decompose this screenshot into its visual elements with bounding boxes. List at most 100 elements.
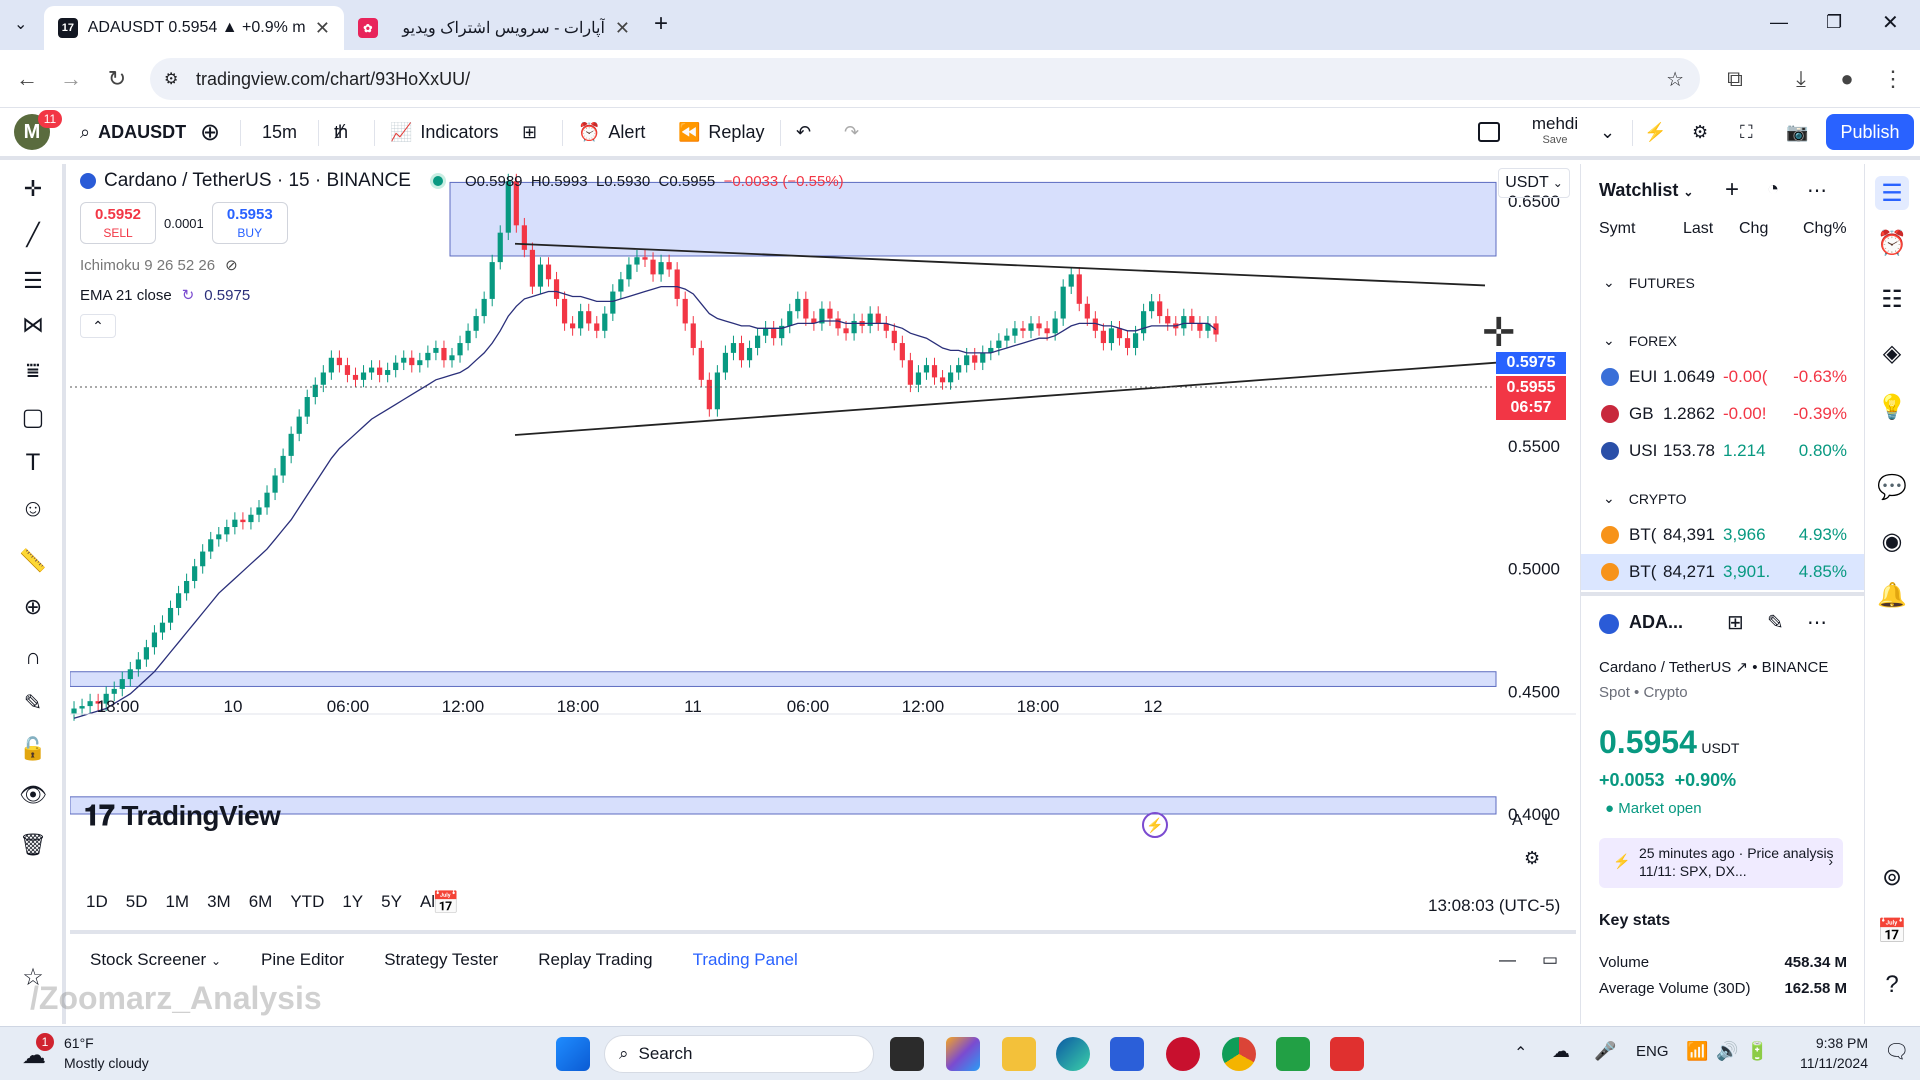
taskbar-clock[interactable]: 9:38 PM 11/11/2024 <box>1786 1033 1868 1073</box>
fib-retracement-icon[interactable]: ☰ <box>16 264 50 298</box>
weather-widget[interactable]: ☁ 1 61°F Mostly cloudy <box>22 1033 182 1075</box>
more-options-icon[interactable]: ⋯ <box>1807 178 1827 203</box>
time-axis-settings-icon[interactable]: ⚙ <box>1524 848 1540 869</box>
external-link-icon[interactable]: ↗ <box>1735 659 1748 676</box>
indicator-ichimoku[interactable]: Ichimoku 9 26 52 26 ⊘ <box>80 256 238 275</box>
prediction-icon[interactable]: ⩸ <box>16 354 50 388</box>
auto-scale-button[interactable]: A <box>1512 812 1523 830</box>
tray-cloud-icon[interactable]: ☁ <box>1552 1041 1570 1062</box>
settings-icon[interactable]: ⚙ <box>1692 108 1708 156</box>
volume-icon[interactable]: 🔊 <box>1716 1041 1738 1062</box>
layers-icon[interactable]: ◈ <box>1875 336 1909 370</box>
tab-tradingview[interactable]: 17 ADAUSDT 0.5954 ▲ +0.9% meh ✕ <box>44 6 344 50</box>
camtasia-green-icon[interactable] <box>1276 1037 1310 1071</box>
more-options-icon[interactable]: ⋯ <box>1807 610 1827 635</box>
add-symbol-icon[interactable]: + <box>1725 176 1739 204</box>
chrome-icon[interactable] <box>1222 1037 1256 1071</box>
crosshair-icon[interactable]: ✛ <box>16 172 50 206</box>
url-input[interactable]: ⚙ tradingview.com/chart/93HoXxUU/ ☆ <box>150 58 1700 100</box>
group-futures[interactable]: ⌄ FUTURES <box>1603 274 1695 291</box>
range-1d[interactable]: 1D <box>86 892 108 912</box>
browser-menu-icon[interactable]: ⋮ <box>1878 64 1908 94</box>
language-indicator[interactable]: ENG <box>1636 1043 1669 1060</box>
edge-icon[interactable] <box>1056 1037 1090 1071</box>
tab-aparat[interactable]: ✿ آپارات - سرویس اشتراک ویدیو ✕ <box>344 6 644 50</box>
site-info-icon[interactable]: ⚙ <box>164 69 178 89</box>
layout-grid-icon[interactable]: ⊞ <box>1727 610 1744 635</box>
quick-search-icon[interactable]: ⚡ <box>1644 108 1666 156</box>
group-forex[interactable]: ⌄ FOREX <box>1603 332 1677 349</box>
stay-in-drawing-mode-icon[interactable]: ✎ <box>16 686 50 720</box>
range-1m[interactable]: 1M <box>165 892 189 912</box>
psiphon-icon[interactable] <box>1166 1037 1200 1071</box>
price-chart[interactable]: 0.65000.55000.50000.45000.4000 18:00 10 06… <box>70 164 1576 924</box>
replay-button[interactable]: ⏪ Replay <box>678 108 764 156</box>
restore-window-icon[interactable]: ❐ <box>1826 12 1842 33</box>
col-last[interactable]: Last <box>1683 220 1713 238</box>
edit-note-icon[interactable]: ✎ <box>1767 610 1784 635</box>
magnet-icon[interactable]: ∩ <box>16 640 50 674</box>
indicator-ema[interactable]: EMA 21 close ↻ 0.5975 <box>80 286 250 305</box>
pattern-icon[interactable]: ⋈ <box>16 308 50 342</box>
ideas-bulb-icon[interactable]: 💡 <box>1875 390 1909 424</box>
layouts-button[interactable]: ⊞ <box>522 108 537 156</box>
calendar-icon[interactable]: 📅 <box>1875 914 1909 948</box>
hidden-eye-icon[interactable]: ⊘ <box>225 256 238 274</box>
news-card[interactable]: ⚡ 25 minutes ago · Price analysis 11/11:… <box>1599 838 1843 888</box>
tab-trading-panel[interactable]: Trading Panel <box>693 950 798 970</box>
profile-icon[interactable]: ● <box>1832 64 1862 94</box>
ruler-icon[interactable]: 📏 <box>16 544 50 578</box>
emoji-icon[interactable]: ☺ <box>16 492 50 526</box>
zoom-in-icon[interactable]: ⊕ <box>16 590 50 624</box>
tray-chevron-up-icon[interactable]: ⌃ <box>1514 1043 1527 1063</box>
advanced-view-icon[interactable]: ◔ <box>1767 178 1779 201</box>
close-window-icon[interactable]: ✕ <box>1882 10 1899 35</box>
tab-strategy-tester[interactable]: Strategy Tester <box>384 950 498 970</box>
watchlist-icon[interactable]: ☰ <box>1875 176 1909 210</box>
shapes-icon[interactable]: ▢ <box>16 400 50 434</box>
redo-button[interactable]: ↷ <box>844 108 859 156</box>
windows-start-icon[interactable] <box>556 1037 590 1071</box>
chart-type-button[interactable]: ᵺ <box>334 108 348 156</box>
task-view-icon[interactable] <box>890 1037 924 1071</box>
trash-icon[interactable]: 🗑 <box>16 828 50 862</box>
chart-clock[interactable]: 13:08:03 (UTC-5) <box>1428 896 1560 916</box>
chat-icon[interactable]: 💬 <box>1875 470 1909 504</box>
currency-selector[interactable]: USDT ⌄ <box>1498 168 1570 198</box>
copilot-icon[interactable] <box>946 1037 980 1071</box>
details-symbol[interactable]: ADA... <box>1629 612 1683 633</box>
taskbar-search[interactable]: ⌕ Search <box>604 1035 874 1073</box>
file-explorer-icon[interactable] <box>1002 1037 1036 1071</box>
range-ytd[interactable]: YTD <box>290 892 324 912</box>
back-icon[interactable]: ← <box>12 64 42 94</box>
range-1y[interactable]: 1Y <box>342 892 363 912</box>
object-tree-icon[interactable]: ☷ <box>1875 282 1909 316</box>
extensions-icon[interactable]: ⧉ <box>1720 64 1750 94</box>
camtasia-red-icon[interactable] <box>1330 1037 1364 1071</box>
sell-button[interactable]: 0.5952 SELL <box>80 202 156 244</box>
col-chg-pct[interactable]: Chg% <box>1803 220 1847 238</box>
col-symbol[interactable]: Symt <box>1599 220 1635 238</box>
range-3m[interactable]: 3M <box>207 892 231 912</box>
watchlist-row[interactable]: BT(84,391 3,966 4.93% <box>1581 517 1865 553</box>
minimize-window-icon[interactable]: — <box>1770 12 1788 33</box>
range-5y[interactable]: 5Y <box>381 892 402 912</box>
fullscreen-toggle[interactable] <box>1478 108 1500 156</box>
lock-icon[interactable]: 🔓 <box>16 732 50 766</box>
dom-icon[interactable]: ⊚ <box>1875 860 1909 894</box>
interval-button[interactable]: 15m <box>262 108 297 156</box>
bookmark-star-icon[interactable]: ☆ <box>1666 67 1684 92</box>
tab-search-chevron-icon[interactable]: ⌄ <box>14 14 27 34</box>
range-5d[interactable]: 5D <box>126 892 148 912</box>
notifications-icon[interactable]: 🗨 <box>1884 1039 1909 1064</box>
watchlist-row[interactable]: BT(84,271 3,901. 4.85% <box>1581 554 1865 590</box>
group-crypto[interactable]: ⌄ CRYPTO <box>1603 490 1687 507</box>
layout-menu-chevron-icon[interactable]: ⌄ <box>1600 108 1615 156</box>
compare-symbol-button[interactable]: ⊕ <box>200 108 220 156</box>
buy-button[interactable]: 0.5953 BUY <box>211 202 288 244</box>
streams-icon[interactable]: ◉ <box>1875 524 1909 558</box>
microphone-icon[interactable]: 🎤 <box>1594 1041 1616 1062</box>
notifications-bell-icon[interactable]: 🔔 <box>1875 578 1909 612</box>
publish-button[interactable]: Publish <box>1826 114 1914 150</box>
fullscreen-icon[interactable]: ⛶ <box>1740 108 1753 156</box>
